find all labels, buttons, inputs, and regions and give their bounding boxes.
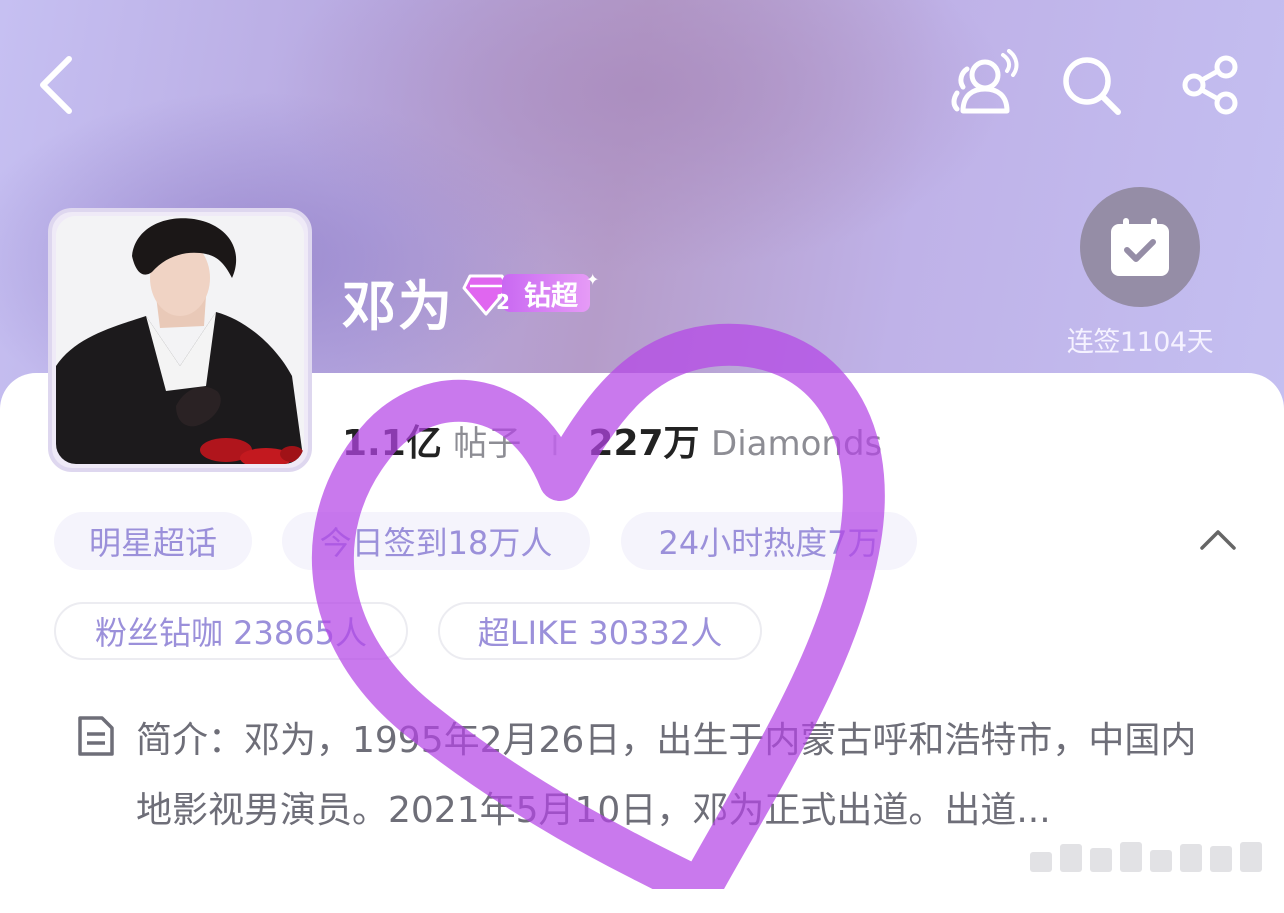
tag-label: 粉丝钻咖 23865人: [95, 614, 367, 652]
chevron-left-icon: [40, 56, 72, 114]
posts-count: 1.1亿: [342, 423, 442, 464]
diamonds-count: 227万: [588, 423, 700, 464]
avatar-image: [56, 216, 304, 464]
badge-label: 钻超: [524, 280, 578, 312]
tag-label: 24小时热度7万: [658, 524, 880, 562]
people-button[interactable]: [948, 48, 1020, 120]
posts-unit: 帖子: [453, 424, 522, 464]
tag-label: 今日签到18万人: [319, 524, 553, 562]
diamonds-unit: Diamonds: [711, 424, 883, 464]
badge-pill: 钻超: [502, 274, 590, 312]
tag-chip[interactable]: 今日签到18万人: [282, 512, 590, 570]
stats-row: 1.1亿 帖子 I 227万 Diamonds: [342, 414, 882, 466]
page-title: 邓为: [342, 275, 454, 338]
collapse-button[interactable]: [1192, 520, 1244, 560]
document-icon: [78, 716, 114, 756]
chevron-up-icon: [1200, 530, 1236, 550]
checkin-button[interactable]: [1080, 187, 1200, 307]
avatar[interactable]: [48, 208, 312, 472]
sparkle-icon: ✦: [586, 270, 600, 289]
tag-chip[interactable]: 粉丝钻咖 23865人: [54, 602, 408, 660]
level-badge[interactable]: 2 钻超 ✦: [462, 270, 600, 318]
calendar-check-icon: [1111, 218, 1169, 276]
search-icon: [1063, 57, 1121, 115]
tag-label: 明星超话: [88, 524, 217, 562]
intro-text[interactable]: 简介：邓为，1995年2月26日，出生于内蒙古呼和浩特市，中国内地影视男演员。2…: [136, 706, 1216, 846]
stats-separator: I: [550, 429, 559, 462]
share-button[interactable]: [1178, 52, 1244, 118]
tag-chip[interactable]: 24小时热度7万: [621, 512, 917, 570]
badge-level: 2: [496, 290, 510, 314]
checkin-streak-label: 连签1104天: [1066, 327, 1214, 358]
tag-label: 超LIKE 30332人: [477, 614, 723, 652]
watermark: [1030, 840, 1275, 872]
tag-chip[interactable]: 明星超话: [54, 512, 252, 570]
people-signal-icon: [951, 49, 1019, 114]
tag-chip[interactable]: 超LIKE 30332人: [438, 602, 762, 660]
back-button[interactable]: [30, 50, 80, 120]
search-button[interactable]: [1058, 52, 1124, 118]
share-icon: [1182, 55, 1238, 115]
